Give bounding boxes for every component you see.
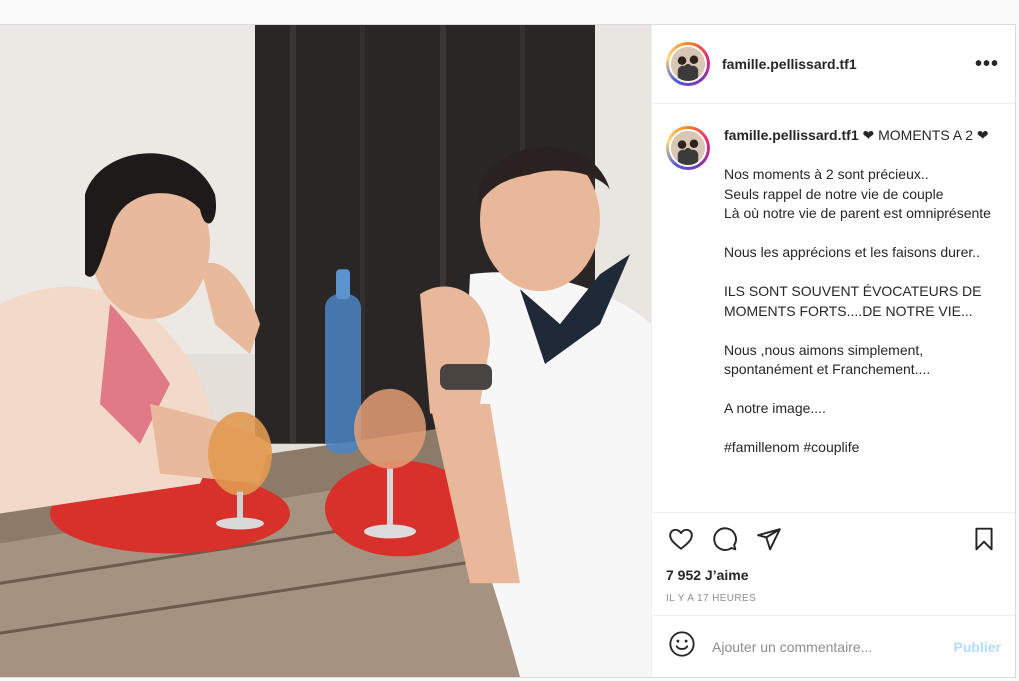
avatar-image bbox=[669, 45, 707, 83]
caption-title: ❤ MOMENTS A 2 ❤ bbox=[862, 127, 989, 143]
caption-hashtags[interactable]: #famillenom #couplife bbox=[724, 438, 999, 458]
caption-line: Nos moments à 2 sont précieux.. bbox=[724, 166, 929, 182]
caption-paragraph: Nous les apprécions et les faisons durer… bbox=[724, 243, 999, 263]
caption-heading: famille.pellissard.tf1 ❤ MOMENTS A 2 ❤ bbox=[724, 126, 999, 146]
comment-icon bbox=[713, 527, 737, 551]
family-avatar-icon bbox=[671, 47, 705, 81]
caption-line: A notre image.... bbox=[724, 400, 826, 416]
caption-line: Nous les apprécions et les faisons durer… bbox=[724, 244, 981, 260]
heart-icon bbox=[669, 528, 693, 550]
post-card: famille.pellissard.tf1 ••• famille.pelli… bbox=[0, 24, 1016, 678]
like-button[interactable] bbox=[666, 524, 696, 554]
emoji-icon bbox=[669, 631, 695, 657]
caption-text: famille.pellissard.tf1 ❤ MOMENTS A 2 ❤ N… bbox=[724, 126, 999, 512]
caption-paragraph: Nos moments à 2 sont précieux.. Seuls ra… bbox=[724, 165, 999, 224]
action-icons bbox=[666, 523, 999, 555]
comment-box: Publier bbox=[652, 615, 1015, 677]
couple-photo bbox=[0, 25, 651, 677]
caption-fade bbox=[652, 496, 1015, 512]
comment-button[interactable] bbox=[710, 524, 740, 554]
emoji-button[interactable] bbox=[668, 630, 696, 663]
avatar-image bbox=[669, 129, 707, 167]
comment-input[interactable] bbox=[712, 638, 954, 655]
post-photo[interactable] bbox=[0, 25, 651, 677]
post-sidebar: famille.pellissard.tf1 ••• famille.pelli… bbox=[651, 25, 1015, 677]
share-button[interactable] bbox=[754, 524, 784, 554]
caption-line: Nous ,nous aimons simplement, spontanéme… bbox=[724, 341, 931, 378]
author-avatar[interactable] bbox=[666, 42, 710, 86]
post-timestamp[interactable]: IL Y A 17 HEURES bbox=[666, 593, 999, 604]
more-options-icon[interactable]: ••• bbox=[975, 54, 999, 74]
action-bar: 7 952 J’aime IL Y A 17 HEURES bbox=[652, 512, 1015, 615]
caption-line: Seuls rappel de notre vie de couple bbox=[724, 185, 944, 202]
caption-paragraph: ILS SONT SOUVENT ÉVOCATEURS DE MOMENTS F… bbox=[724, 282, 999, 321]
caption-paragraph: #famillenom #couplife bbox=[724, 438, 999, 458]
post-header: famille.pellissard.tf1 ••• bbox=[652, 25, 1015, 104]
save-button[interactable] bbox=[969, 524, 999, 554]
caption-area: famille.pellissard.tf1 ❤ MOMENTS A 2 ❤ N… bbox=[652, 104, 1015, 512]
bookmark-icon bbox=[975, 527, 993, 551]
caption-avatar[interactable] bbox=[666, 126, 710, 170]
family-avatar-icon bbox=[671, 131, 705, 165]
publish-button[interactable]: Publier bbox=[954, 639, 1001, 655]
caption-paragraph: A notre image.... bbox=[724, 399, 999, 419]
caption-username[interactable]: famille.pellissard.tf1 bbox=[724, 127, 859, 143]
caption-line: ILS SONT SOUVENT ÉVOCATEURS DE MOMENTS F… bbox=[724, 283, 982, 319]
likes-count[interactable]: 7 952 J’aime bbox=[666, 567, 999, 583]
share-icon bbox=[757, 528, 781, 551]
author-username[interactable]: famille.pellissard.tf1 bbox=[722, 56, 975, 72]
caption-line: Là où notre vie de parent est omniprésen… bbox=[724, 205, 991, 221]
caption-paragraph: Nous ,nous aimons simplement, spontanéme… bbox=[724, 341, 999, 380]
